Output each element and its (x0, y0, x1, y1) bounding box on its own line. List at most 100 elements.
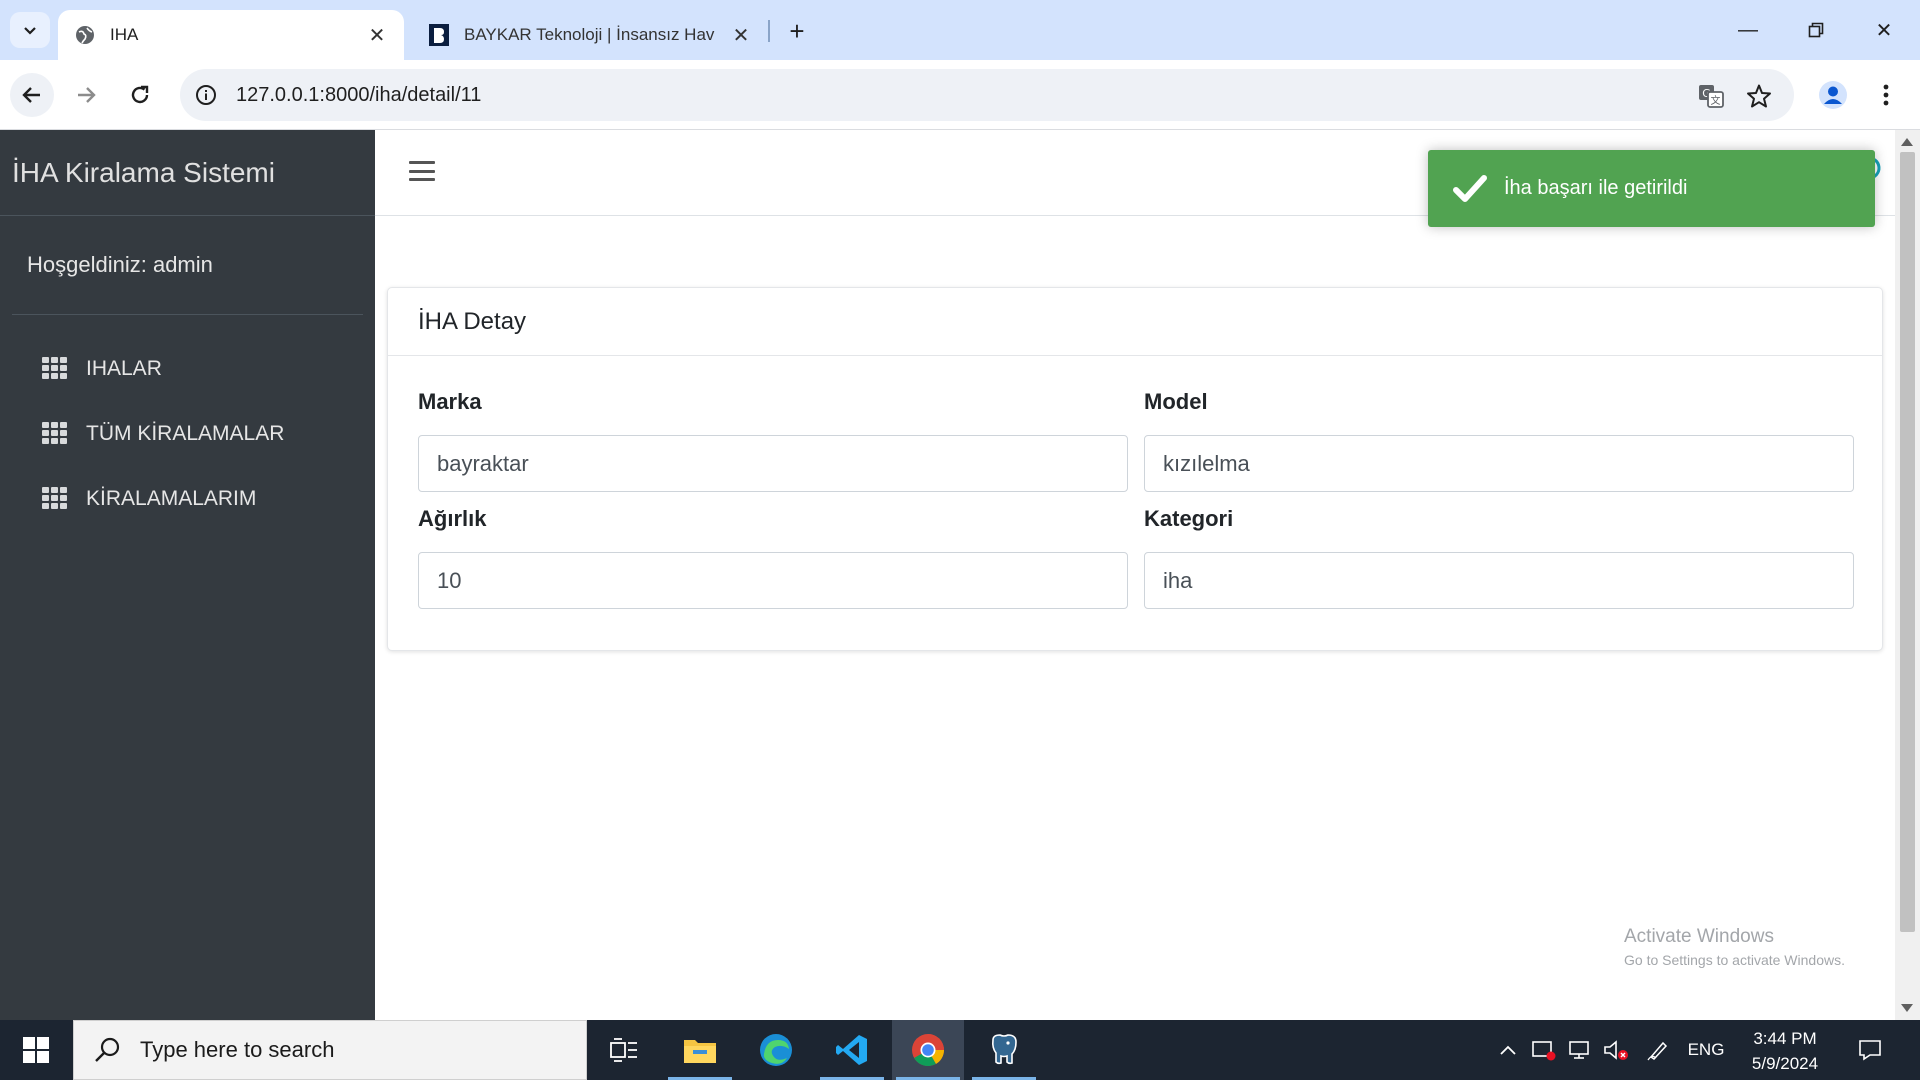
watermark-line2: Go to Settings to activate Windows. (1624, 952, 1845, 968)
scroll-down-arrow-icon[interactable] (1901, 1004, 1913, 1012)
taskbar-clock[interactable]: 3:44 PM 5/9/2024 (1735, 1026, 1835, 1076)
site-info-icon[interactable] (180, 69, 232, 121)
tab-title: IHA (110, 25, 139, 44)
new-tab-button[interactable]: + (780, 14, 814, 48)
sidebar-nav: IHALAR TÜM KİRALAMALAR KİRALAMALARIM (0, 336, 375, 531)
taskbar-vscode[interactable] (816, 1020, 888, 1080)
marka-input[interactable]: bayraktar (418, 435, 1128, 492)
back-button[interactable] (10, 73, 54, 117)
close-tab-icon[interactable]: ✕ (366, 24, 388, 47)
model-field-group: Model kızılelma (1144, 389, 1854, 492)
chevron-down-icon (24, 27, 36, 35)
taskbar-chrome[interactable] (892, 1020, 964, 1080)
card-title: İHA Detay (388, 288, 1882, 356)
task-view-icon (610, 1038, 637, 1062)
profile-avatar-icon[interactable] (1815, 77, 1851, 113)
more-menu-icon[interactable] (1868, 77, 1904, 113)
grid-icon (42, 421, 70, 446)
sidebar-item-kiralamalarim[interactable]: KİRALAMALARIM (0, 466, 375, 531)
checkmark-icon (1453, 174, 1487, 202)
taskbar-search-box[interactable]: Type here to search (73, 1020, 587, 1080)
edge-icon (760, 1034, 792, 1066)
chevron-up-icon (1500, 1045, 1516, 1055)
network-icon[interactable] (1564, 1020, 1596, 1080)
notification-center-button[interactable] (1850, 1020, 1890, 1080)
start-button[interactable] (0, 1020, 72, 1080)
toast-message: İha başarı ile getirildi (1504, 177, 1688, 199)
sidebar: İHA Kiralama Sistemi Hoşgeldiniz: admin … (0, 130, 375, 1020)
forward-button[interactable] (64, 73, 108, 117)
vscode-icon (836, 1035, 867, 1065)
agirlik-input[interactable]: 10 (418, 552, 1128, 609)
taskbar-file-explorer[interactable] (664, 1020, 736, 1080)
sidebar-item-label: TÜM KİRALAMALAR (86, 421, 285, 445)
pen-workspace-icon[interactable] (1642, 1020, 1674, 1080)
grid-icon (42, 356, 70, 381)
volume-muted-icon[interactable] (1600, 1020, 1632, 1080)
tab-iha[interactable]: IHA ✕ (58, 10, 404, 60)
success-toast[interactable]: İha başarı ile getirildi (1428, 150, 1875, 227)
search-placeholder: Type here to search (140, 1037, 335, 1062)
arrow-left-icon (22, 87, 40, 103)
url-text: 127.0.0.1:8000/iha/detail/11 (236, 83, 482, 106)
restore-button[interactable] (1796, 14, 1836, 46)
activate-windows-watermark: Activate Windows Go to Settings to activ… (1624, 926, 1845, 968)
arrow-right-icon (78, 87, 96, 103)
welcome-text: Hoşgeldiniz: admin (12, 216, 363, 315)
minimize-button[interactable]: — (1728, 14, 1768, 46)
reload-button[interactable] (118, 73, 162, 117)
tab-separator (768, 20, 770, 42)
sidebar-item-ihalar[interactable]: IHALAR (0, 336, 375, 401)
grid-icon (42, 486, 70, 511)
address-bar[interactable]: 127.0.0.1:8000/iha/detail/11 G文 (180, 69, 1794, 121)
language-indicator[interactable]: ENG (1682, 1020, 1730, 1080)
notification-icon (1859, 1040, 1881, 1061)
kategori-field-group: Kategori iha (1144, 506, 1854, 609)
marka-label: Marka (418, 389, 482, 414)
svg-text:文: 文 (1711, 94, 1721, 107)
model-input[interactable]: kızılelma (1144, 435, 1854, 492)
security-tray-icon[interactable] (1528, 1020, 1560, 1080)
taskbar-pgadmin[interactable] (968, 1020, 1040, 1080)
kategori-label: Kategori (1144, 506, 1234, 531)
scroll-up-arrow-icon[interactable] (1901, 138, 1913, 146)
clock-time: 3:44 PM (1753, 1029, 1817, 1048)
brand-link[interactable]: İHA Kiralama Sistemi (0, 130, 375, 216)
postgresql-elephant-icon (992, 1034, 1017, 1065)
bookmark-star-icon[interactable] (1742, 79, 1776, 113)
tab-search-button[interactable] (10, 12, 50, 48)
taskbar-edge[interactable] (740, 1020, 812, 1080)
close-tab-icon[interactable]: ✕ (730, 24, 752, 47)
show-hidden-icons-button[interactable] (1494, 1020, 1522, 1080)
windows-logo-icon (23, 1037, 49, 1063)
search-icon (95, 1037, 120, 1062)
agirlik-field-group: Ağırlık 10 (418, 506, 1128, 609)
close-window-button[interactable]: ✕ (1864, 14, 1904, 46)
scrollbar-thumb[interactable] (1900, 152, 1915, 932)
watermark-line1: Activate Windows (1624, 926, 1774, 947)
globe-icon (74, 24, 96, 46)
browser-tab-bar: IHA ✕ BAYKAR Teknoloji | İnsansız Hav ✕ … (0, 0, 1920, 60)
main-content: İHA Detay Marka bayraktar Model kızılelm… (375, 130, 1895, 1020)
iha-detail-card: İHA Detay Marka bayraktar Model kızılelm… (387, 287, 1883, 651)
reload-icon (131, 85, 149, 104)
folder-icon (684, 1040, 716, 1063)
model-label: Model (1144, 389, 1208, 414)
hamburger-menu-icon[interactable] (409, 158, 435, 184)
windows-taskbar: Type here to search ENG 3:44 PM 5/9/2024 (0, 1020, 1920, 1080)
sidebar-item-label: KİRALAMALARIM (86, 486, 257, 510)
translate-icon[interactable]: G文 (1694, 79, 1728, 113)
clock-date: 5/9/2024 (1751, 1054, 1819, 1073)
sidebar-item-label: IHALAR (86, 356, 162, 380)
agirlik-label: Ağırlık (418, 506, 487, 531)
marka-field-group: Marka bayraktar (418, 389, 1128, 492)
browser-toolbar: 127.0.0.1:8000/iha/detail/11 G文 (0, 60, 1920, 130)
tab-title: BAYKAR Teknoloji | İnsansız Hav (464, 25, 715, 44)
sidebar-item-tum-kiralamalar[interactable]: TÜM KİRALAMALAR (0, 401, 375, 466)
chrome-icon (912, 1034, 945, 1067)
page-scrollbar[interactable] (1895, 130, 1920, 1020)
task-view-button[interactable] (588, 1020, 660, 1080)
kategori-input[interactable]: iha (1144, 552, 1854, 609)
tab-baykar[interactable]: BAYKAR Teknoloji | İnsansız Hav ✕ (412, 10, 768, 60)
baykar-logo-icon (428, 24, 450, 46)
